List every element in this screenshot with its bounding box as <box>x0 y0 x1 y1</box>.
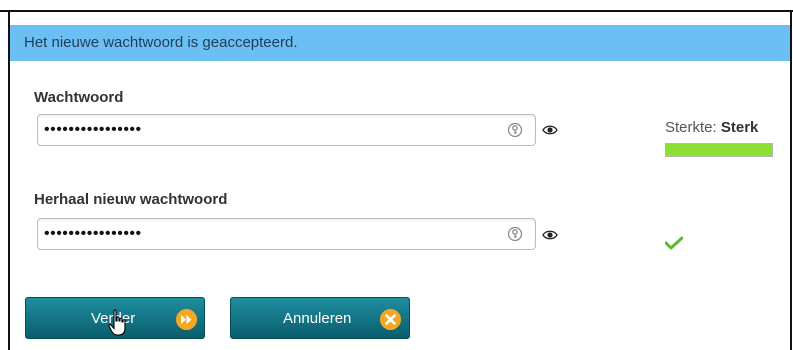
strength-prefix: Sterkte: <box>665 119 721 136</box>
strength-bar-fill <box>666 144 772 156</box>
repeat-password-field[interactable]: •••••••••••••••• <box>37 218 536 250</box>
cancel-button-label: Annuleren <box>283 310 352 327</box>
close-icon <box>380 309 401 330</box>
strength-value: Sterk <box>720 119 759 136</box>
frame-left-border <box>8 10 10 350</box>
key-icon[interactable] <box>507 122 523 138</box>
success-banner: Het nieuwe wachtwoord is geaccepteerd. <box>10 25 790 61</box>
password-field[interactable]: •••••••••••••••• <box>37 114 536 146</box>
fast-forward-icon <box>176 309 197 330</box>
key-icon[interactable] <box>507 226 523 242</box>
strength-bar <box>665 143 773 157</box>
repeat-password-value: •••••••••••••••• <box>44 225 142 242</box>
hand-pointer-icon <box>108 309 126 336</box>
eye-icon[interactable] <box>542 124 558 136</box>
eye-icon[interactable] <box>542 229 558 241</box>
repeat-password-label: Herhaal nieuw wachtwoord <box>34 191 228 208</box>
password-label: Wachtwoord <box>34 89 124 106</box>
frame-top-border <box>0 10 793 12</box>
strength-label: Sterkte: Sterk <box>665 119 758 136</box>
success-message: Het nieuwe wachtwoord is geaccepteerd. <box>24 34 298 51</box>
dialog-frame: Het nieuwe wachtwoord is geaccepteerd. W… <box>0 0 793 350</box>
frame-right-border <box>790 10 792 350</box>
password-value: •••••••••••••••• <box>44 121 142 138</box>
cancel-button[interactable]: Annuleren <box>230 297 410 339</box>
check-icon <box>665 236 683 250</box>
